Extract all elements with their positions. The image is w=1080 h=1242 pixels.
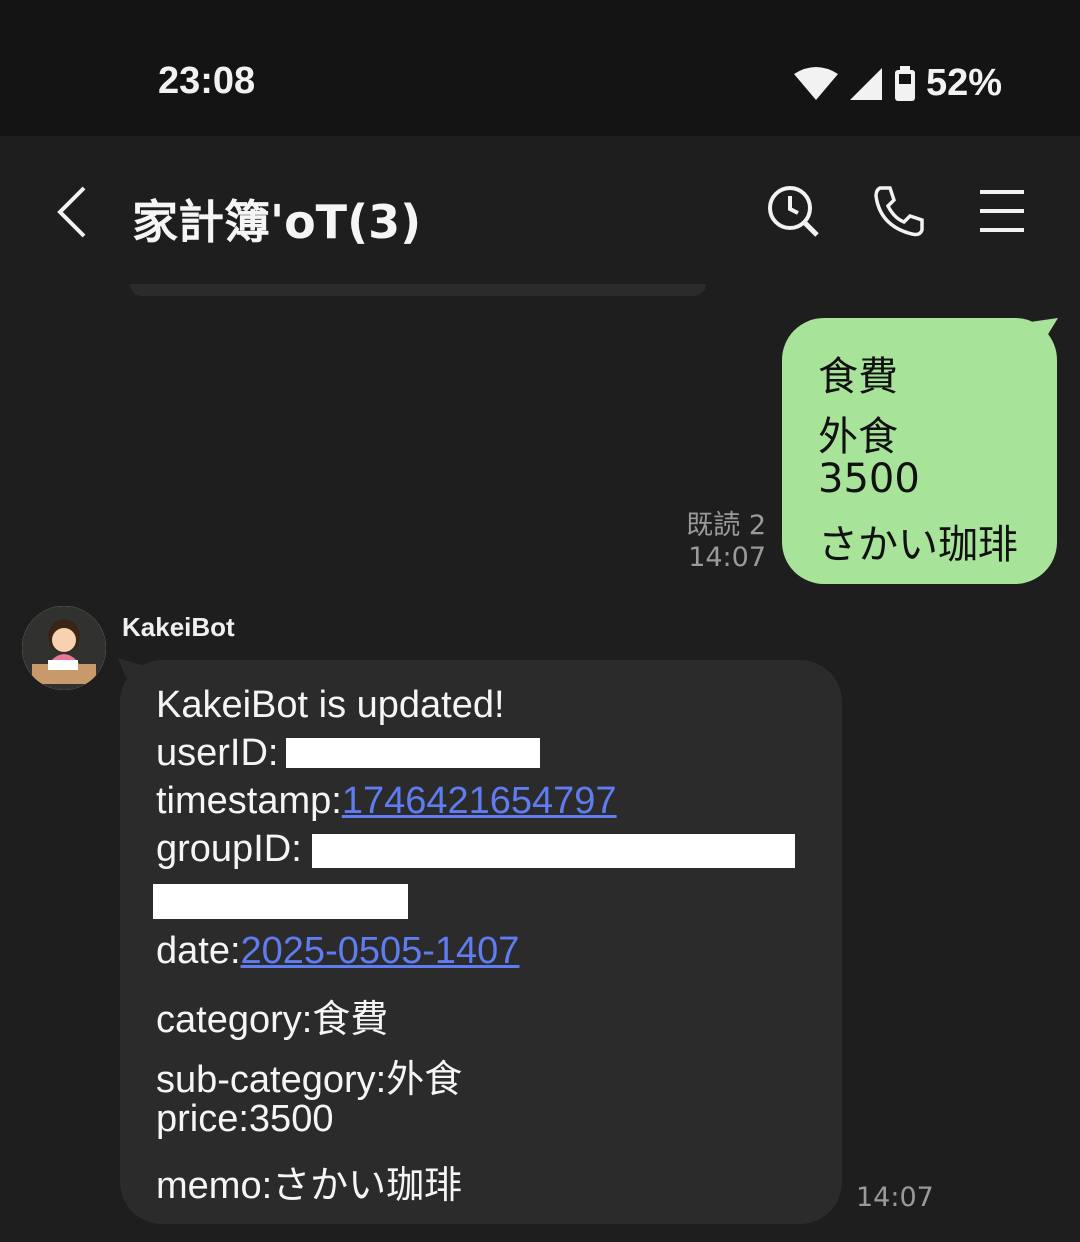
incoming-timestamp: 14:07: [856, 1182, 934, 1213]
outgoing-line: 外食: [818, 414, 898, 460]
chat-header: 家計簿'oT(3): [0, 136, 1080, 296]
redaction-box: [312, 834, 795, 868]
incoming-bubble-tail: [118, 658, 144, 678]
search-icon[interactable]: [766, 184, 820, 238]
chat-title[interactable]: 家計簿'oT(3): [132, 186, 421, 252]
message-line-header: KakeiBot is updated!: [156, 684, 505, 726]
timestamp-line: timestamp:1746421654797: [156, 780, 617, 823]
date-label: date:: [156, 930, 241, 972]
groupid-label: groupID:: [156, 828, 302, 870]
wifi-icon: [793, 66, 838, 100]
redaction-box: [153, 884, 408, 919]
category-line: category:食費: [156, 999, 389, 1041]
outgoing-line: さかい珈琲: [818, 522, 1018, 568]
phone-icon[interactable]: [872, 184, 926, 238]
date-line: date:2025-0505-1407: [156, 930, 519, 973]
memo-line: memo:さかい珈琲: [156, 1165, 463, 1207]
battery-percentage: 52%: [925, 62, 1002, 104]
sender-name: KakeiBot: [122, 612, 235, 642]
status-time: 23:08: [158, 60, 256, 102]
signal-icon: [849, 67, 882, 100]
price-line: price:3500: [156, 1098, 334, 1140]
outgoing-line: 食費: [818, 354, 898, 400]
previous-message-edge: [130, 284, 706, 296]
outgoing-bubble-tail: [1030, 318, 1058, 344]
userid-line: userID:: [156, 732, 278, 775]
sub-category-line: sub-category:外食: [156, 1059, 463, 1101]
outgoing-line: 3500: [818, 456, 920, 502]
date-link[interactable]: 2025-0505-1407: [241, 930, 520, 972]
status-bar: 23:08 52%: [0, 0, 1080, 136]
read-receipt: 既読 2: [686, 510, 766, 541]
bot-avatar[interactable]: [22, 606, 106, 690]
userid-label: userID:: [156, 732, 279, 774]
timestamp-link[interactable]: 1746421654797: [342, 780, 617, 822]
redaction-box: [286, 738, 540, 768]
battery-icon: [894, 65, 915, 101]
timestamp-label: timestamp:: [156, 780, 342, 822]
menu-icon[interactable]: [978, 184, 1026, 238]
outgoing-timestamp: 14:07: [688, 542, 766, 573]
groupid-line: groupID:: [156, 828, 302, 871]
back-arrow-icon[interactable]: [52, 184, 92, 240]
status-icons: 52%: [793, 62, 1002, 105]
bot-avatar-image: [22, 606, 106, 690]
